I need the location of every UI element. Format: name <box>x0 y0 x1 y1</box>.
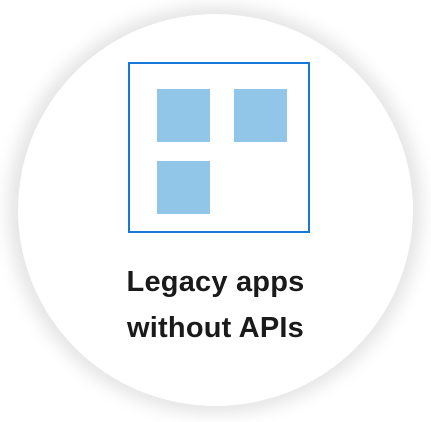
app-grid-icon <box>128 62 310 233</box>
card-title-line-2: without APIs <box>127 312 304 344</box>
app-tile-icon <box>234 89 287 142</box>
app-tile-icon <box>157 161 210 214</box>
card-title-line-1: Legacy apps <box>126 266 305 298</box>
app-tile-icon <box>157 89 210 142</box>
legacy-apps-card: Legacy apps without APIs <box>0 0 431 422</box>
